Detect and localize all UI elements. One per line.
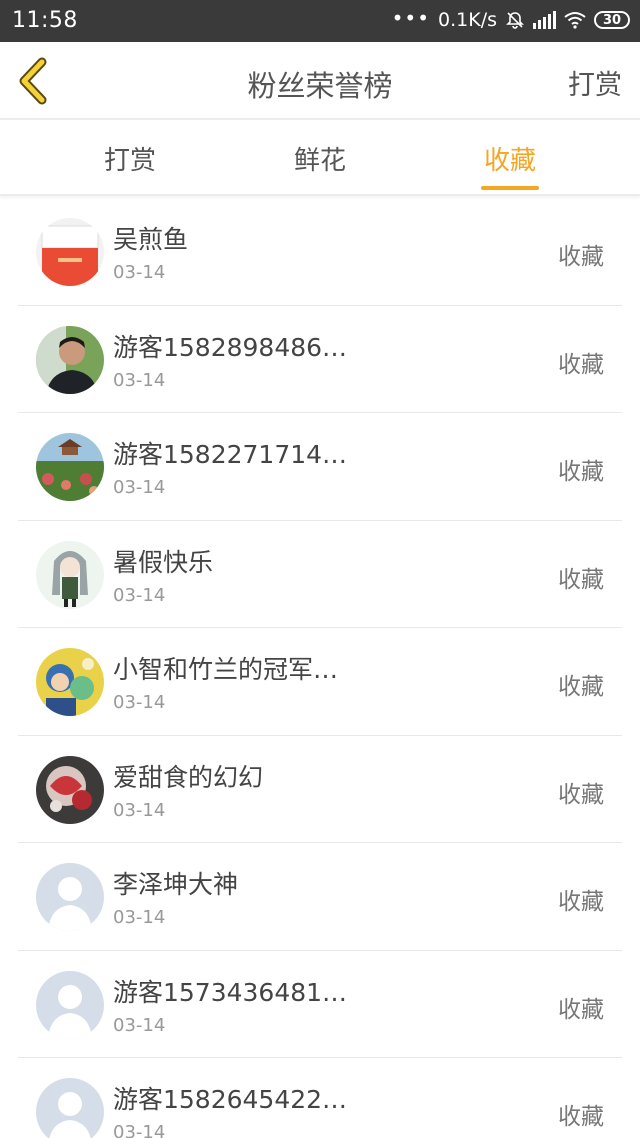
avatar[interactable] — [36, 755, 104, 824]
status-time: 11:58 — [12, 8, 78, 33]
list-item[interactable]: 游客1573436481… 03-14 收藏 — [18, 951, 622, 1058]
tab-bar: 打赏 鲜花 收藏 — [0, 120, 640, 196]
item-date: 03-14 — [113, 1122, 166, 1138]
muted-bell-icon — [506, 12, 524, 29]
item-date: 03-14 — [113, 584, 166, 606]
top-navigation: 粉丝荣誉榜 打赏 — [0, 42, 640, 120]
signal-icon — [533, 11, 556, 29]
avatar[interactable] — [36, 1078, 104, 1138]
list-item[interactable]: 游客1582898486… 03-14 收藏 — [18, 306, 622, 413]
red-envelope-avatar-icon — [36, 218, 104, 286]
dessert-avatar-icon — [36, 755, 104, 824]
item-action-label: 收藏 — [558, 244, 604, 270]
item-action-label: 收藏 — [558, 1104, 604, 1130]
tab-favorites[interactable]: 收藏 — [450, 140, 570, 177]
user-name: 游客1582271714… — [113, 440, 348, 469]
user-name: 小智和竹兰的冠军… — [113, 655, 339, 684]
cartoon-avatar-icon — [36, 648, 104, 716]
list-item[interactable]: 游客1582271714… 03-14 收藏 — [18, 413, 622, 521]
battery-level: 30 — [602, 12, 622, 28]
user-name: 游客1582645422… — [113, 1085, 348, 1114]
list-item[interactable]: 吴煎鱼 03-14 收藏 — [18, 198, 622, 306]
item-action-label: 收藏 — [558, 674, 604, 700]
battery-icon: 30 — [594, 11, 630, 29]
item-date: 03-14 — [113, 907, 166, 928]
item-action-label: 收藏 — [558, 781, 604, 808]
item-date: 03-14 — [113, 477, 166, 498]
item-action-label: 收藏 — [558, 459, 604, 485]
default-user-icon — [36, 863, 104, 931]
page-title: 粉丝荣誉榜 — [247, 69, 393, 103]
item-action-label: 收藏 — [558, 351, 604, 378]
list-item[interactable]: 爱甜食的幻幻 03-14 收藏 — [18, 736, 622, 843]
user-name: 游客1573436481… — [113, 977, 348, 1007]
item-date: 03-14 — [113, 692, 166, 713]
wifi-icon — [564, 12, 586, 29]
reward-button[interactable]: 打赏 — [568, 63, 622, 102]
network-speed: 0.1K/s — [438, 9, 497, 31]
item-date: 03-14 — [113, 799, 166, 821]
status-icons: ••• 0.1K/s 30 — [391, 6, 630, 31]
anime-girl-avatar-icon — [36, 540, 104, 609]
garden-avatar-icon — [36, 433, 104, 501]
default-user-icon — [36, 970, 104, 1039]
item-action-label: 收藏 — [558, 566, 604, 593]
avatar[interactable] — [36, 218, 104, 286]
user-name: 暑假快乐 — [113, 547, 214, 577]
item-date: 03-14 — [113, 1014, 166, 1036]
tab-reward[interactable]: 打赏 — [70, 140, 190, 177]
user-name: 爱甜食的幻幻 — [113, 762, 264, 792]
avatar[interactable] — [36, 863, 104, 931]
user-name: 李泽坤大神 — [113, 870, 239, 899]
more-dots: ••• — [391, 6, 431, 30]
item-date: 03-14 — [113, 369, 166, 391]
active-tab-indicator — [481, 186, 539, 190]
user-name: 游客1582898486… — [113, 332, 348, 362]
fan-list: 吴煎鱼 03-14 收藏 游客1582898486… 03-14 收藏 游客15… — [0, 198, 640, 1138]
item-date: 03-14 — [113, 262, 166, 283]
person-avatar-icon — [36, 325, 104, 394]
list-item[interactable]: 小智和竹兰的冠军… 03-14 收藏 — [18, 628, 622, 736]
avatar[interactable] — [36, 648, 104, 716]
list-item[interactable]: 李泽坤大神 03-14 收藏 — [18, 843, 622, 951]
avatar[interactable] — [36, 540, 104, 609]
list-item[interactable]: 暑假快乐 03-14 收藏 — [18, 521, 622, 628]
avatar[interactable] — [36, 433, 104, 501]
avatar[interactable] — [36, 970, 104, 1039]
user-name: 吴煎鱼 — [113, 225, 189, 254]
item-action-label: 收藏 — [558, 889, 604, 915]
status-bar: 11:58 ••• 0.1K/s 30 — [0, 0, 640, 42]
list-item[interactable]: 游客1582645422… 03-14 收藏 — [18, 1058, 622, 1138]
default-user-icon — [36, 1078, 104, 1138]
avatar[interactable] — [36, 325, 104, 394]
tab-flowers[interactable]: 鲜花 — [260, 140, 380, 177]
item-action-label: 收藏 — [558, 996, 604, 1023]
